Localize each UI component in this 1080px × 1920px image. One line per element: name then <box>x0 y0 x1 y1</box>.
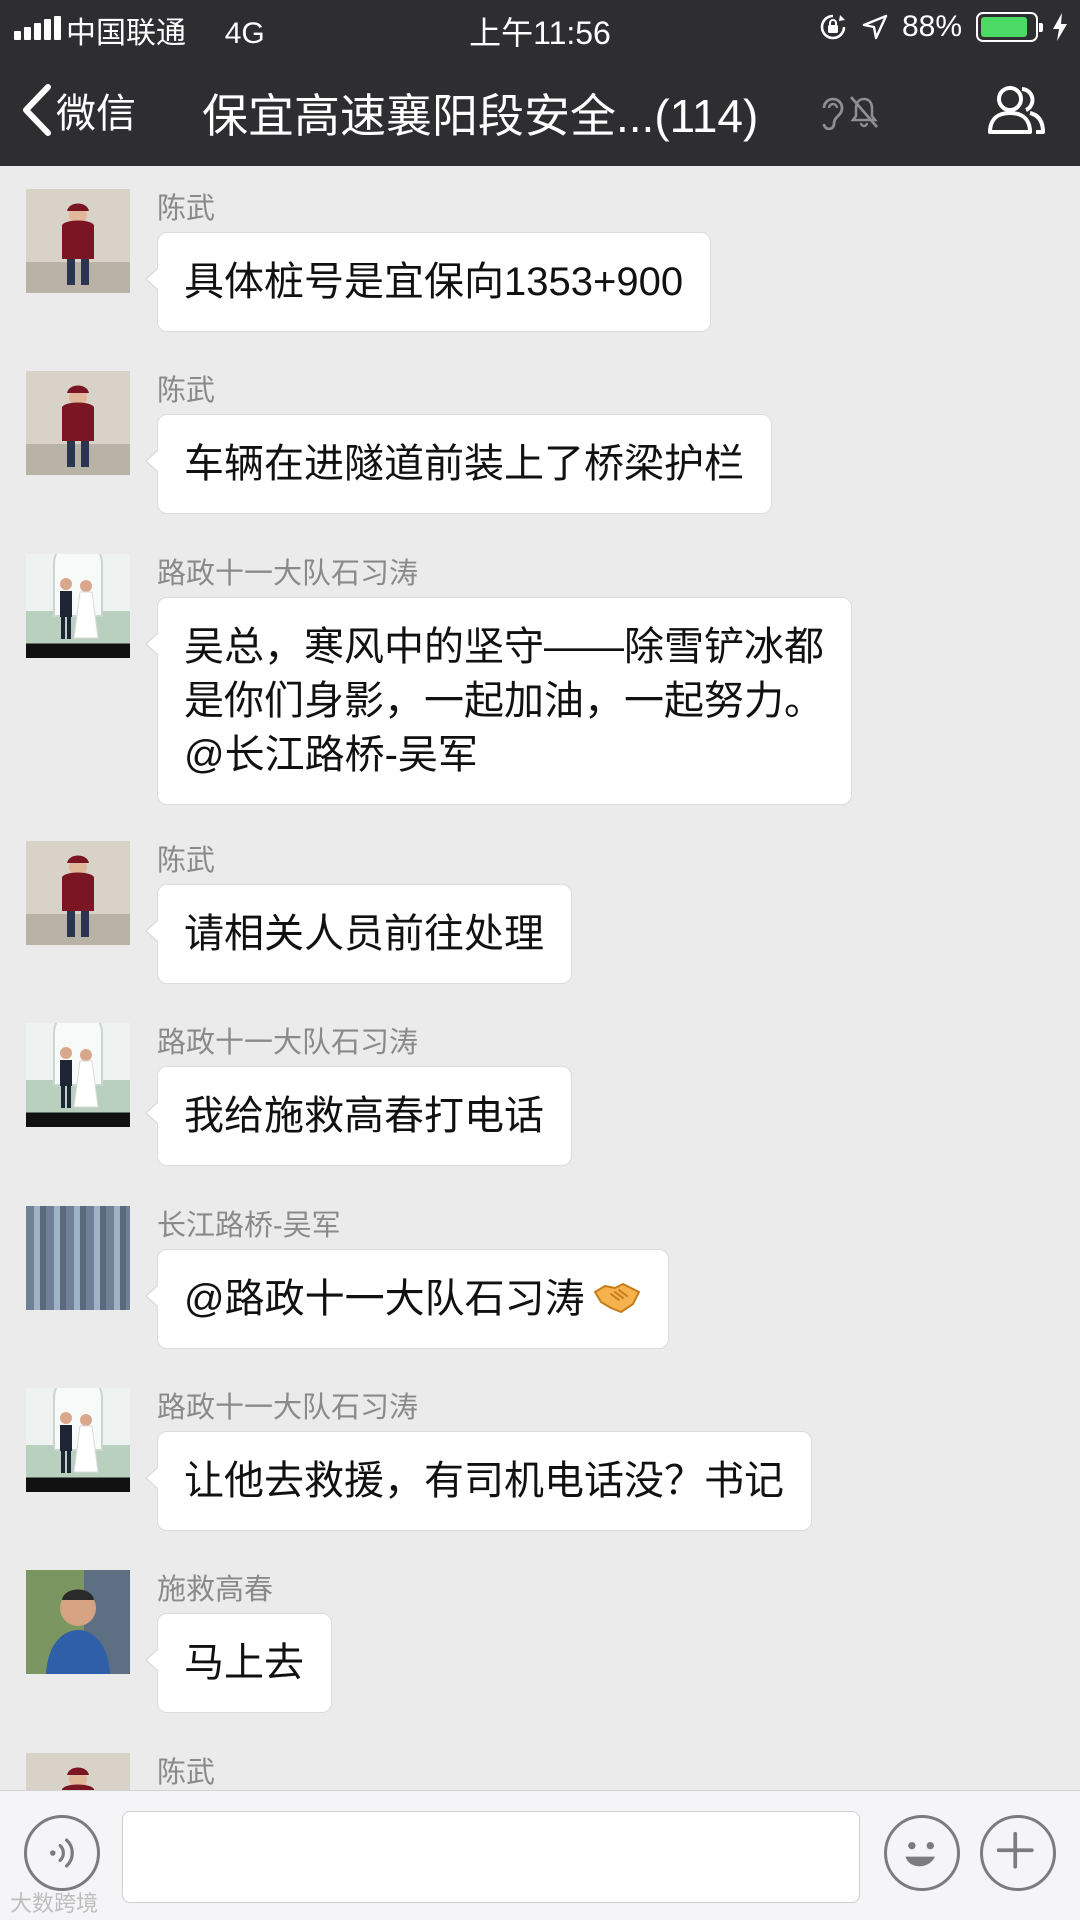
back-button[interactable]: 微信 <box>20 80 136 140</box>
mute-bell-icon <box>849 96 879 128</box>
back-chevron-icon <box>23 84 51 136</box>
message-text: @路政十一大队石习涛 <box>184 1277 585 1321</box>
sender-name: 陈武 <box>157 375 216 407</box>
avatar[interactable] <box>26 1753 130 1790</box>
message-text-row: @路政十一大队石习涛 <box>184 1272 641 1326</box>
message-mention-line: @长江路桥-吴军 <box>184 733 478 777</box>
message-item: 施救高春 马上去 <box>0 1556 1080 1736</box>
sender-name: 长江路桥-吴军 <box>157 1210 341 1242</box>
message-item: 陈武 具体桩号是宜保向1353+900 <box>0 175 1080 355</box>
voice-icon[interactable] <box>24 1815 100 1891</box>
sender-name: 陈武 <box>157 193 216 225</box>
sender-name: 施救高春 <box>157 1574 274 1606</box>
couple-avatar-picture <box>53 1388 103 1473</box>
battery-cap <box>1039 23 1043 32</box>
message-text: 具体桩号是宜保向1353+900 <box>184 260 684 304</box>
avatar[interactable] <box>26 1206 130 1310</box>
message-item: 长江路桥-吴军 @路政十一大队石习涛 <box>0 1192 1080 1372</box>
battery-fill <box>981 17 1027 37</box>
avatar[interactable] <box>26 189 130 293</box>
message-text: 马上去 <box>184 1641 304 1685</box>
message-bubble[interactable]: 让他去救援，有司机电话没？书记 <box>145 1431 812 1531</box>
battery-icon <box>976 12 1043 42</box>
couple-avatar-picture <box>53 554 103 639</box>
emoji-icon[interactable] <box>884 1815 960 1891</box>
message-text: 让他去救援，有司机电话没？书记 <box>184 1459 784 1503</box>
chat-title: 保宜高速襄阳段安全...(114) <box>202 90 759 142</box>
location-arrow-icon <box>862 14 888 40</box>
handshake-emoji <box>593 1283 640 1313</box>
boy-avatar-picture <box>62 203 94 285</box>
sender-name: 陈武 <box>157 1757 216 1789</box>
title-status-icons <box>818 94 880 130</box>
orientation-lock-icon <box>820 14 846 40</box>
message-text-line: 吴总，寒风中的坚守——除雪铲冰都 <box>184 625 824 669</box>
avatar[interactable] <box>26 841 130 945</box>
message-text: 请相关人员前往处理 <box>184 912 544 956</box>
avatar[interactable] <box>26 1570 130 1674</box>
watermark: 大数跨境 <box>10 1891 99 1916</box>
nav-bar: 微信 保宜高速襄阳段安全...(114) <box>0 54 1080 166</box>
boy-avatar-picture <box>62 385 94 467</box>
message-item: 路政十一大队石习涛 让他去救援，有司机电话没？书记 <box>0 1374 1080 1554</box>
avatar[interactable] <box>26 1388 130 1492</box>
message-item: 陈武 请相关人员前往处理 <box>0 827 1080 1007</box>
message-item: 陈武 <box>0 1739 1080 1790</box>
top-bar: 中国联通 4G 上午11:56 88% 微信 保宜高速襄阳段安全...(114) <box>0 0 1080 166</box>
input-bar <box>0 1790 1080 1920</box>
earpiece-icon <box>822 97 844 130</box>
avatar[interactable] <box>26 371 130 475</box>
chat-list[interactable]: 陈武 具体桩号是宜保向1353+900 陈武 车辆在进隧道前装上了桥梁护栏 路政… <box>0 166 1080 1790</box>
message-bubble[interactable]: 吴总，寒风中的坚守——除雪铲冰都 是你们身影，一起加油，一起努力。 @长江路桥-… <box>145 597 852 805</box>
man-avatar-picture <box>26 1570 130 1674</box>
couple-avatar-picture <box>53 1023 103 1108</box>
back-label: 微信 <box>56 92 136 136</box>
message-item: 路政十一大队石习涛 吴总，寒风中的坚守——除雪铲冰都 是你们身影，一起加油，一起… <box>0 540 1080 830</box>
message-input[interactable] <box>122 1811 860 1903</box>
boy-avatar-picture <box>62 1767 94 1790</box>
avatar[interactable] <box>26 554 130 658</box>
message-item: 路政十一大队石习涛 我给施救高春打电话 <box>0 1009 1080 1189</box>
message-bubble[interactable]: 请相关人员前往处理 <box>145 884 572 984</box>
avatar[interactable] <box>26 1023 130 1127</box>
charging-bolt-icon <box>1053 13 1067 41</box>
message-bubble[interactable]: 车辆在进隧道前装上了桥梁护栏 <box>145 414 772 514</box>
message-item: 陈武 车辆在进隧道前装上了桥梁护栏 <box>0 357 1080 537</box>
message-bubble[interactable]: 我给施救高春打电话 <box>145 1066 572 1166</box>
message-text: 车辆在进隧道前装上了桥梁护栏 <box>184 442 744 486</box>
sender-name: 陈武 <box>157 845 216 877</box>
message-text-line: 是你们身影，一起加油，一起努力。 <box>184 679 824 723</box>
battery-percent: 88% <box>901 10 962 43</box>
sender-name: 路政十一大队石习涛 <box>157 1027 419 1059</box>
status-bar: 中国联通 4G 上午11:56 88% <box>0 0 1080 54</box>
status-right-group: 88% <box>818 10 1068 44</box>
message-bubble[interactable]: 马上去 <box>145 1613 332 1713</box>
sender-name: 路政十一大队石习涛 <box>157 558 419 590</box>
message-text: 我给施救高春打电话 <box>184 1094 544 1138</box>
group-members-icon[interactable] <box>986 82 1046 138</box>
plus-icon[interactable] <box>980 1815 1056 1891</box>
message-bubble[interactable]: @路政十一大队石习涛 <box>145 1249 669 1349</box>
message-bubble[interactable]: 具体桩号是宜保向1353+900 <box>144 232 712 332</box>
boy-avatar-picture <box>62 855 94 937</box>
sender-name: 路政十一大队石习涛 <box>157 1392 419 1424</box>
